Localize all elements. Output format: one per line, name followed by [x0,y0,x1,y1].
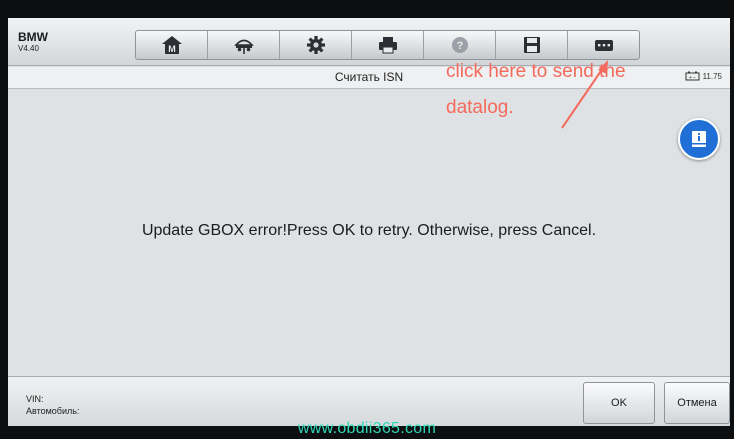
vin-label: VIN: [26,394,44,404]
book-info-icon [692,131,706,147]
device-screen: BMW V4.40 M ? Считать ISN + − 11.75 Upda… [8,18,730,426]
vehicle-label: Автомобиль: [26,406,80,416]
datalog-icon [594,40,613,51]
brand-name: BMW [18,30,48,44]
annotation-line-1: click here to send the [446,61,626,82]
battery-status: + − 11.75 [685,71,722,81]
battery-voltage: 11.75 [702,71,722,81]
vehicle-brand: BMW V4.40 [18,30,48,54]
vehicle-info: VIN: Автомобиль: [26,393,79,417]
error-message: Update GBOX error!Press OK to retry. Oth… [141,222,597,239]
battery-icon: + − [685,71,700,81]
watermark: www.obdii365.com [297,420,437,437]
annotation-note: click here to send the datalog. [446,54,674,126]
main-content: Update GBOX error!Press OK to retry. Oth… [8,90,730,376]
software-version: V4.40 [18,44,39,53]
floppy-icon [523,37,540,53]
settings-button[interactable] [280,31,352,59]
help-icon: ? [451,37,468,53]
printer-icon [378,37,397,54]
ok-button[interactable]: OK [583,382,655,424]
home-m-icon: M [161,36,182,54]
annotation-line-2: datalog. [446,97,514,118]
cancel-button[interactable]: Отмена [664,382,730,424]
print-button[interactable] [352,31,424,59]
home-button[interactable]: M [136,31,208,59]
car-lift-icon [233,39,254,54]
floating-info-button[interactable] [678,118,720,160]
svg-text:?: ? [456,40,463,52]
svg-text:M: M [168,44,176,54]
gear-icon [306,36,325,54]
svg-text:+ −: + − [688,75,695,81]
bottom-bar: VIN: Автомобиль: OK Отмена [8,376,730,426]
vehicle-button[interactable] [208,31,280,59]
